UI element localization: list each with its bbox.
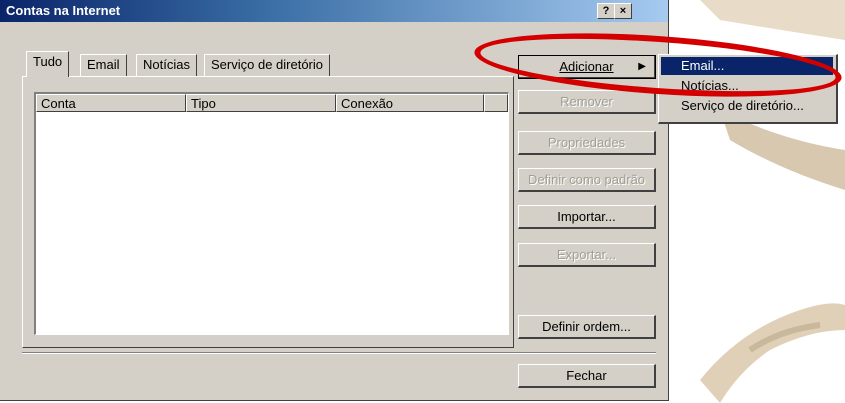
window-title: Contas na Internet bbox=[6, 3, 121, 18]
remove-button[interactable]: Remover bbox=[518, 90, 656, 114]
add-button-label: Adicionar bbox=[559, 59, 614, 74]
close-icon[interactable]: × bbox=[614, 3, 632, 19]
menu-item-news[interactable]: Notícias... bbox=[661, 77, 833, 95]
column-header-connection[interactable]: Conexão bbox=[336, 94, 484, 112]
import-button[interactable]: Importar... bbox=[518, 205, 656, 229]
separator bbox=[22, 352, 656, 354]
internet-accounts-dialog: Contas na Internet ? × Tudo Email Notíci… bbox=[0, 0, 669, 401]
set-order-button[interactable]: Definir ordem... bbox=[518, 315, 656, 339]
tab-directory-service[interactable]: Serviço de diretório bbox=[204, 54, 330, 76]
title-bar[interactable]: Contas na Internet ? × bbox=[0, 0, 668, 22]
tab-email[interactable]: Email bbox=[80, 54, 127, 76]
column-header-account[interactable]: Conta bbox=[36, 94, 186, 112]
close-button[interactable]: Fechar bbox=[518, 364, 656, 388]
submenu-arrow-icon: ▶ bbox=[638, 61, 646, 72]
set-default-button[interactable]: Definir como padrão bbox=[518, 168, 656, 192]
export-button[interactable]: Exportar... bbox=[518, 243, 656, 267]
add-submenu: Email... Notícias... Serviço de diretóri… bbox=[658, 54, 838, 124]
menu-item-directory-service[interactable]: Serviço de diretório... bbox=[661, 97, 833, 115]
tab-all[interactable]: Tudo bbox=[26, 51, 70, 77]
tab-news[interactable]: Notícias bbox=[136, 54, 197, 76]
column-header-type[interactable]: Tipo bbox=[186, 94, 336, 112]
column-header-filler bbox=[484, 94, 508, 112]
properties-button[interactable]: Propriedades bbox=[518, 131, 656, 155]
menu-item-email[interactable]: Email... bbox=[661, 57, 833, 75]
accounts-list[interactable]: Conta Tipo Conexão bbox=[34, 92, 509, 335]
help-button[interactable]: ? bbox=[597, 3, 615, 19]
add-button[interactable]: Adicionar ▶ bbox=[518, 55, 656, 79]
